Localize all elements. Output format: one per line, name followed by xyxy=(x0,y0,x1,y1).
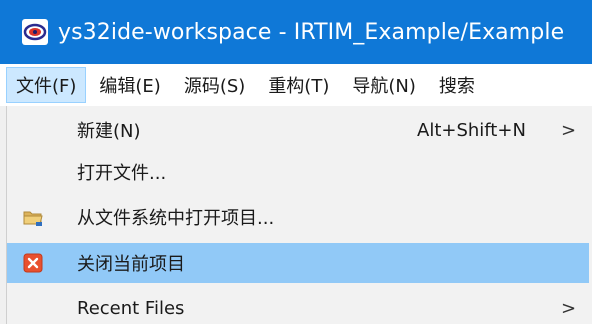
menu-item-open-file[interactable]: 打开文件... xyxy=(7,152,589,192)
app-eye-icon xyxy=(22,19,48,45)
menu-edit[interactable]: 编辑(E) xyxy=(89,67,170,103)
menu-item-label: 打开文件... xyxy=(77,163,167,184)
menu-item-label: 关闭当前项目 xyxy=(77,254,185,275)
menu-item-label: 新建(N) xyxy=(77,121,141,142)
menu-refactor[interactable]: 重构(T) xyxy=(258,67,339,103)
menu-source[interactable]: 源码(S) xyxy=(174,67,255,103)
menu-item-new[interactable]: 新建(N) Alt+Shift+N > xyxy=(7,110,589,150)
menu-search[interactable]: 搜索 xyxy=(429,67,485,103)
close-project-icon xyxy=(22,252,44,274)
submenu-arrow-icon: > xyxy=(561,297,577,319)
folder-icon xyxy=(22,206,44,228)
menu-item-label: 从文件系统中打开项目... xyxy=(77,208,275,229)
menu-item-label: Recent Files xyxy=(77,297,185,319)
menu-item-open-project-from-fs[interactable]: 从文件系统中打开项目... xyxy=(7,197,589,237)
menu-item-close-project[interactable]: 关闭当前项目 xyxy=(7,243,589,283)
menu-bar: 文件(F) 编辑(E) 源码(S) 重构(T) 导航(N) 搜索 xyxy=(0,64,592,106)
ide-window: ys32ide-workspace - IRTIM_Example/Exampl… xyxy=(0,0,592,324)
menu-file[interactable]: 文件(F) xyxy=(6,67,87,103)
title-bar[interactable]: ys32ide-workspace - IRTIM_Example/Exampl… xyxy=(0,0,592,64)
menu-item-recent-files[interactable]: Recent Files > xyxy=(7,288,589,324)
menu-navigate[interactable]: 导航(N) xyxy=(342,67,426,103)
submenu-arrow-icon: > xyxy=(561,119,577,141)
file-menu-dropdown: 新建(N) Alt+Shift+N > 打开文件... 从文件系统中打开项目..… xyxy=(6,106,592,324)
window-title: ys32ide-workspace - IRTIM_Example/Exampl… xyxy=(58,19,565,45)
menu-item-shortcut: Alt+Shift+N xyxy=(417,119,526,141)
